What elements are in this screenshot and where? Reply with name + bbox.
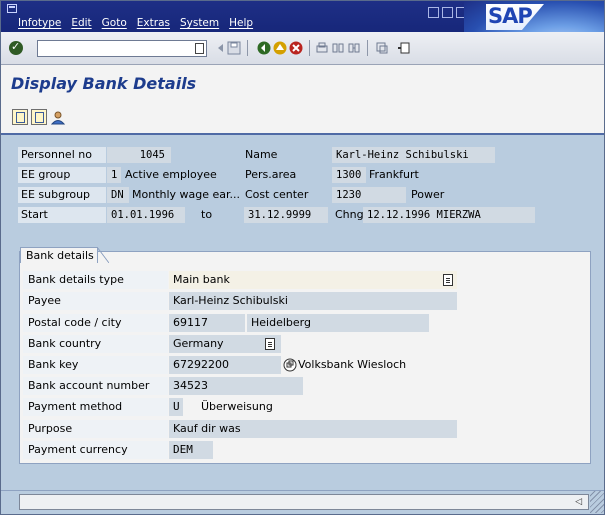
create-session-icon[interactable]: [375, 41, 389, 55]
cost-center-code: 1230: [332, 187, 406, 203]
tab-bank-details[interactable]: Bank details: [20, 247, 98, 263]
to-label: to: [201, 208, 213, 221]
pers-area-code: 1300: [332, 167, 366, 183]
chng-label: Chng: [335, 208, 364, 221]
previous-record-icon[interactable]: [12, 109, 28, 125]
chng-date: 12.12.1996: [367, 209, 431, 221]
resize-grip[interactable]: [590, 491, 604, 513]
menu-help[interactable]: Help: [229, 17, 253, 29]
ee-group-text: Active employee: [125, 168, 217, 181]
personnel-no-label: Personnel no: [18, 147, 106, 163]
cost-center-label: Cost center: [245, 188, 309, 201]
toolbar-separator: [247, 40, 248, 56]
bank-account-number-label: Bank account number: [23, 377, 168, 395]
bank-country-value: Germany: [169, 335, 281, 353]
city-value: Heidelberg: [247, 314, 429, 332]
dropdown-icon[interactable]: [443, 274, 453, 286]
menu-goto[interactable]: Goto: [102, 17, 127, 29]
name-value: Karl-Heinz Schibulski: [332, 147, 495, 163]
ee-group-code: 1: [107, 167, 121, 183]
ee-subgroup-code: DN: [107, 187, 129, 203]
toolbar-separator: [367, 40, 368, 56]
payment-currency-value: DEM: [169, 441, 213, 459]
help-icon[interactable]: [397, 41, 411, 55]
system-menu-icon[interactable]: [7, 4, 17, 13]
bank-details-type-label: Bank details type: [23, 271, 168, 289]
menu-extras[interactable]: Extras: [137, 17, 170, 29]
bank-details-type-select[interactable]: Main bank: [169, 271, 457, 289]
application-toolbar: [1, 101, 604, 135]
chng-user: MIERZWA: [436, 209, 481, 221]
purpose-value: Kauf dir was: [169, 420, 457, 438]
next-record-icon[interactable]: [31, 109, 47, 125]
pers-area-label: Pers.area: [245, 168, 297, 181]
page-title-bar: Display Bank Details: [1, 65, 604, 101]
sap-window: Infotype Edit Goto Extras System Help SA…: [0, 0, 605, 515]
enter-icon[interactable]: [9, 40, 23, 55]
cost-center-text: Power: [411, 188, 445, 201]
status-arrow-icon[interactable]: ◁: [575, 497, 582, 507]
personnel-no-value: 1045: [107, 147, 171, 163]
tab-bank-details-label: Bank details: [26, 249, 94, 262]
menu-edit[interactable]: Edit: [71, 17, 91, 29]
payment-method-code: U: [169, 398, 183, 416]
toolbar-separator: [309, 40, 310, 56]
bank-country-text: Germany: [173, 337, 224, 350]
find-icon[interactable]: [331, 41, 345, 55]
tab-slant: [97, 247, 109, 263]
payee-value: Karl-Heinz Schibulski: [169, 292, 457, 310]
menu-system[interactable]: System: [180, 17, 219, 29]
exit-icon[interactable]: [273, 41, 287, 55]
start-date: 01.01.1996: [107, 207, 185, 223]
bank-name-text: Volksbank Wiesloch: [298, 358, 407, 371]
payment-method-label: Payment method: [23, 398, 168, 416]
pers-area-text: Frankfurt: [369, 168, 419, 181]
payment-method-text: Überweisung: [201, 400, 273, 413]
bank-key-label: Bank key: [23, 356, 168, 374]
payment-currency-label: Payment currency: [23, 441, 168, 459]
command-field[interactable]: [37, 40, 207, 57]
menu-infotype[interactable]: Infotype: [18, 17, 61, 29]
person-icon[interactable]: [50, 110, 66, 125]
bank-key-value: 67292200: [169, 356, 281, 374]
minimize-icon[interactable]: [428, 7, 439, 18]
maximize-icon[interactable]: [442, 7, 453, 18]
postal-code-value: 69117: [169, 314, 245, 332]
sap-logo-text: SAP: [488, 4, 533, 28]
find-next-icon[interactable]: [347, 41, 361, 55]
bank-country-label: Bank country: [23, 335, 168, 353]
end-date: 31.12.9999: [244, 207, 328, 223]
separator-left-arrow-icon: [214, 41, 228, 55]
cancel-icon[interactable]: [289, 41, 303, 55]
dropdown-icon[interactable]: [265, 338, 275, 350]
menu-bar: Infotype Edit Goto Extras System Help: [18, 17, 263, 29]
status-field: ◁: [19, 494, 589, 510]
page-title: Display Bank Details: [11, 74, 197, 93]
postal-code-city-label: Postal code / city: [23, 314, 168, 332]
ee-subgroup-text: Monthly wage ear...: [132, 188, 241, 201]
chng-value: 12.12.1996 MIERZWA: [363, 207, 535, 223]
purpose-label: Purpose: [23, 420, 168, 438]
command-history-icon[interactable]: [195, 43, 204, 54]
bank-account-number-value: 34523: [169, 377, 303, 395]
name-label: Name: [245, 148, 278, 161]
save-icon[interactable]: [227, 41, 241, 55]
back-icon[interactable]: [257, 41, 271, 55]
bank-details-popup-icon[interactable]: [283, 358, 297, 372]
ee-group-label: EE group: [18, 167, 106, 183]
ee-subgroup-label: EE subgroup: [18, 187, 106, 203]
start-label: Start: [18, 207, 106, 223]
standard-toolbar: [1, 32, 604, 65]
print-icon[interactable]: [315, 41, 329, 55]
status-bar: ◁: [1, 490, 604, 514]
bank-details-type-value: Main bank: [173, 273, 230, 286]
payee-label: Payee: [23, 292, 168, 310]
